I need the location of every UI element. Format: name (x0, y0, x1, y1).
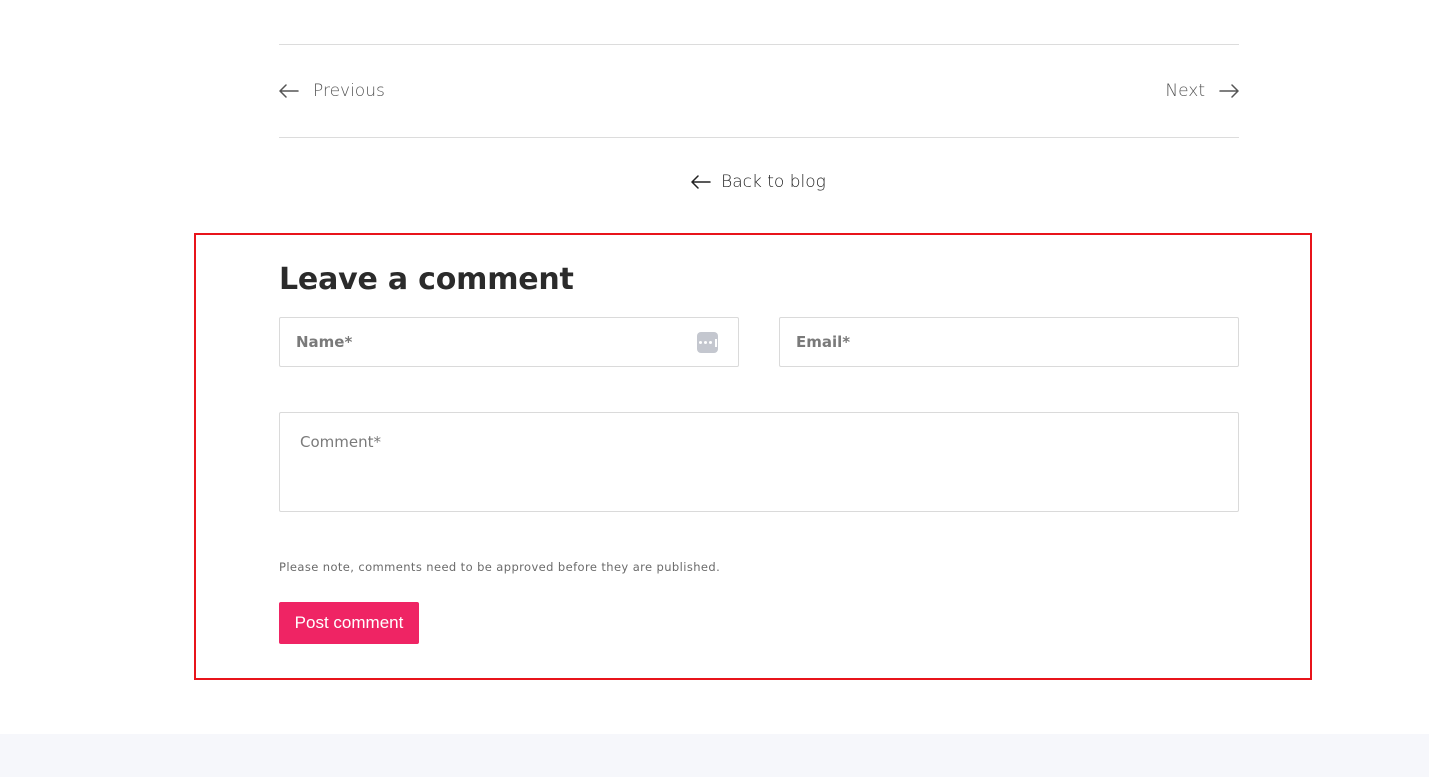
password-manager-icon[interactable] (697, 332, 718, 353)
post-comment-button[interactable]: Post comment (279, 602, 419, 644)
page: Previous Next Back to blog Leave a comme… (0, 0, 1429, 777)
back-link-container: Back to blog (0, 172, 1429, 192)
back-to-blog-label: Back to blog (721, 172, 826, 192)
comment-field (279, 412, 1239, 512)
previous-post-label: Previous (313, 81, 385, 101)
footer-background (0, 734, 1429, 777)
name-input[interactable] (280, 318, 738, 366)
comment-form-title: Leave a comment (279, 262, 574, 297)
next-post-label: Next (1165, 81, 1205, 101)
arrow-left-icon (279, 84, 299, 98)
arrow-left-icon (691, 175, 711, 189)
divider-top (279, 44, 1239, 45)
divider-bottom (279, 137, 1239, 138)
comment-textarea[interactable] (280, 413, 1238, 511)
previous-post-link[interactable]: Previous (279, 78, 385, 104)
next-post-link[interactable]: Next (1165, 78, 1239, 104)
arrow-right-icon (1219, 84, 1239, 98)
back-to-blog-link[interactable]: Back to blog (691, 172, 826, 192)
email-field (779, 317, 1239, 367)
moderation-note: Please note, comments need to be approve… (279, 560, 721, 574)
email-input[interactable] (780, 318, 1238, 366)
name-field (279, 317, 739, 367)
